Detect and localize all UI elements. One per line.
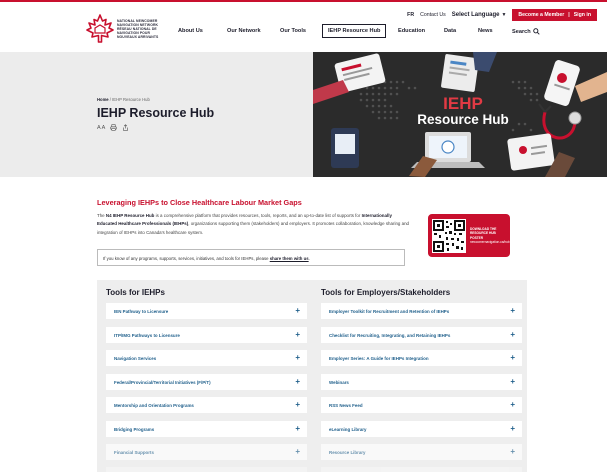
- accordion-item[interactable]: Bridging Programs +: [106, 421, 307, 437]
- accordion-item[interactable]: IEN Pathway to Licensure +: [106, 303, 307, 319]
- accordion-item-label: Resource Library: [329, 449, 366, 455]
- plus-icon: +: [295, 306, 300, 315]
- print-icon[interactable]: [110, 124, 117, 131]
- contact-link[interactable]: Contact Us: [420, 12, 446, 18]
- logo-line: NOUVEAUX ARRIVANTS: [117, 35, 159, 40]
- plus-icon: +: [295, 353, 300, 362]
- accordion-item-label: RSS News Feed: [329, 402, 363, 408]
- breadcrumb-home[interactable]: Home: [97, 97, 109, 102]
- tools-for-employers-heading: Tools for Employers/Stakeholders: [321, 288, 451, 297]
- accordion-item[interactable]: RSS News Feed +: [321, 397, 522, 413]
- accordion-item-label: eLearning Library: [329, 426, 367, 432]
- accordion-item-label: Employer Series: A Guide for IEHPs Integ…: [329, 355, 429, 361]
- accordion-item[interactable]: Federal/Provincial/Territorial Initiativ…: [106, 374, 307, 390]
- accordion-item-label: Federal/Provincial/Territorial Initiativ…: [114, 379, 211, 385]
- accordion-item-label: Webinars: [329, 379, 349, 385]
- accordion-item[interactable]: Employer Series: A Guide for IEHPs Integ…: [321, 350, 522, 366]
- plus-icon: +: [295, 377, 300, 386]
- intro-bold: N4 IEHP Resource Hub: [105, 213, 155, 218]
- accordion-item-label: Checklist for Recruiting, Integrating, a…: [329, 332, 451, 338]
- chevron-down-icon: ▼: [501, 12, 507, 18]
- poster-download[interactable]: DOWNLOAD THE RESOURCE HUB POSTER newcome…: [428, 214, 510, 257]
- text-size-button[interactable]: A A: [97, 125, 105, 131]
- accordion-item[interactable]: Financial Supports +: [106, 444, 307, 460]
- accordion-item[interactable]: eLearning Library +: [321, 421, 522, 437]
- share-icon[interactable]: [122, 124, 129, 131]
- language-select[interactable]: Select Language ▼: [452, 12, 507, 18]
- accordion-item[interactable]: ITP/IMG Pathways to Licensure +: [106, 327, 307, 343]
- nav-network[interactable]: Our Network: [227, 28, 261, 34]
- accordion-item-label: IEN Pathway to Licensure: [114, 308, 169, 314]
- plus-icon: +: [510, 377, 515, 386]
- intro-text: The: [97, 213, 106, 218]
- become-member-button[interactable]: Become a Member: [518, 12, 564, 18]
- maple-leaf-logo-icon: [86, 14, 114, 43]
- poster-url: newcomernavigation.ca/hub: [470, 239, 510, 244]
- accordion-item-label: Employer Toolkit for Recruitment and Ret…: [329, 308, 450, 314]
- breadcrumb-current: IEHP Resource Hub: [112, 97, 150, 102]
- nav-about[interactable]: About Us: [178, 28, 203, 34]
- accordion-item[interactable]: Employer Toolkit for Recruitment and Ret…: [321, 303, 522, 319]
- accordion-item[interactable]: Webinars +: [321, 374, 522, 390]
- callout-text: If you know of any programs, supports, s…: [103, 256, 270, 261]
- accordion-item-label: ITP/IMG Pathways to Licensure: [114, 332, 180, 338]
- brand-top-border: [0, 0, 607, 2]
- intro-text: is a comprehensive platform that provide…: [154, 213, 362, 218]
- plus-icon: +: [510, 330, 515, 339]
- nav-data[interactable]: Data: [444, 28, 456, 34]
- french-link[interactable]: FR: [407, 12, 414, 18]
- accordion-item-label: Financial Supports: [114, 449, 154, 455]
- plus-icon: +: [510, 400, 515, 409]
- callout-text: .: [308, 256, 310, 261]
- hero-image-title-a: IEHP: [443, 94, 483, 113]
- accordion-item[interactable]: Checklist for Recruiting, Integrating, a…: [321, 327, 522, 343]
- breadcrumb: Home / IEHP Resource Hub: [97, 97, 150, 102]
- search-button[interactable]: Search: [512, 28, 540, 35]
- plus-icon: +: [295, 447, 300, 456]
- page-title: IEHP Resource Hub: [97, 106, 215, 120]
- site-logo[interactable]: NATIONAL NEWCOMER NAVIGATION NETWORK RÉS…: [86, 14, 158, 44]
- language-select-label: Select Language: [451, 12, 500, 18]
- accordion-item-label: Navigation Services: [114, 355, 157, 361]
- nav-news[interactable]: News: [478, 28, 493, 34]
- poster-line: RESOURCE HUB POSTER: [470, 231, 496, 240]
- page-tools: A A: [97, 124, 129, 131]
- qr-code-icon: [432, 218, 466, 253]
- plus-icon: +: [510, 353, 515, 362]
- sign-in-button[interactable]: Sign in: [574, 12, 591, 18]
- member-divider: |: [568, 12, 570, 18]
- tools-for-iehps-heading: Tools for IEHPs: [106, 288, 165, 297]
- accordion-item[interactable]: Navigation Services +: [106, 350, 307, 366]
- search-icon: [532, 28, 540, 35]
- accordion-item[interactable]: Mentorship and Orientation Programs +: [106, 397, 307, 413]
- plus-icon: +: [295, 400, 300, 409]
- utility-bar: FR Contact Us Select Language ▼ Become a…: [407, 9, 597, 21]
- search-label: Search: [512, 28, 531, 35]
- accordion-item-label: Mentorship and Orientation Programs: [114, 402, 194, 408]
- logo-wordmark: NATIONAL NEWCOMER NAVIGATION NETWORK RÉS…: [117, 19, 158, 39]
- accordion-item[interactable]: Contact+: [321, 467, 522, 472]
- share-link[interactable]: share them with us: [270, 256, 309, 261]
- plus-icon: +: [510, 447, 515, 456]
- plus-icon: +: [510, 424, 515, 433]
- accordion-item[interactable]: IEHP-Led Organizations+: [106, 467, 307, 472]
- plus-icon: +: [510, 306, 515, 315]
- accordion-item-label: Bridging Programs: [114, 426, 155, 432]
- hero-image-title-b: Resource Hub: [417, 112, 509, 127]
- nav-tools[interactable]: Our Tools: [280, 28, 306, 34]
- hero-image: IEHP Resource Hub: [313, 52, 607, 177]
- member-bar: Become a Member | Sign in: [512, 9, 597, 21]
- plus-icon: +: [295, 330, 300, 339]
- plus-icon: +: [295, 424, 300, 433]
- nav-education[interactable]: Education: [398, 28, 425, 34]
- section-heading: Leveraging IEHPs to Close Healthcare Lab…: [97, 198, 302, 207]
- poster-caption: DOWNLOAD THE RESOURCE HUB POSTER newcome…: [470, 227, 510, 244]
- share-callout: If you know of any programs, supports, s…: [97, 249, 405, 266]
- nav-iehp-hub[interactable]: IEHP Resource Hub: [322, 24, 387, 38]
- accordion-item[interactable]: Resource Library +: [321, 444, 522, 460]
- intro-paragraph: The N4 IEHP Resource Hub is a comprehens…: [97, 212, 411, 237]
- hero-image-title: IEHP Resource Hub: [403, 94, 523, 127]
